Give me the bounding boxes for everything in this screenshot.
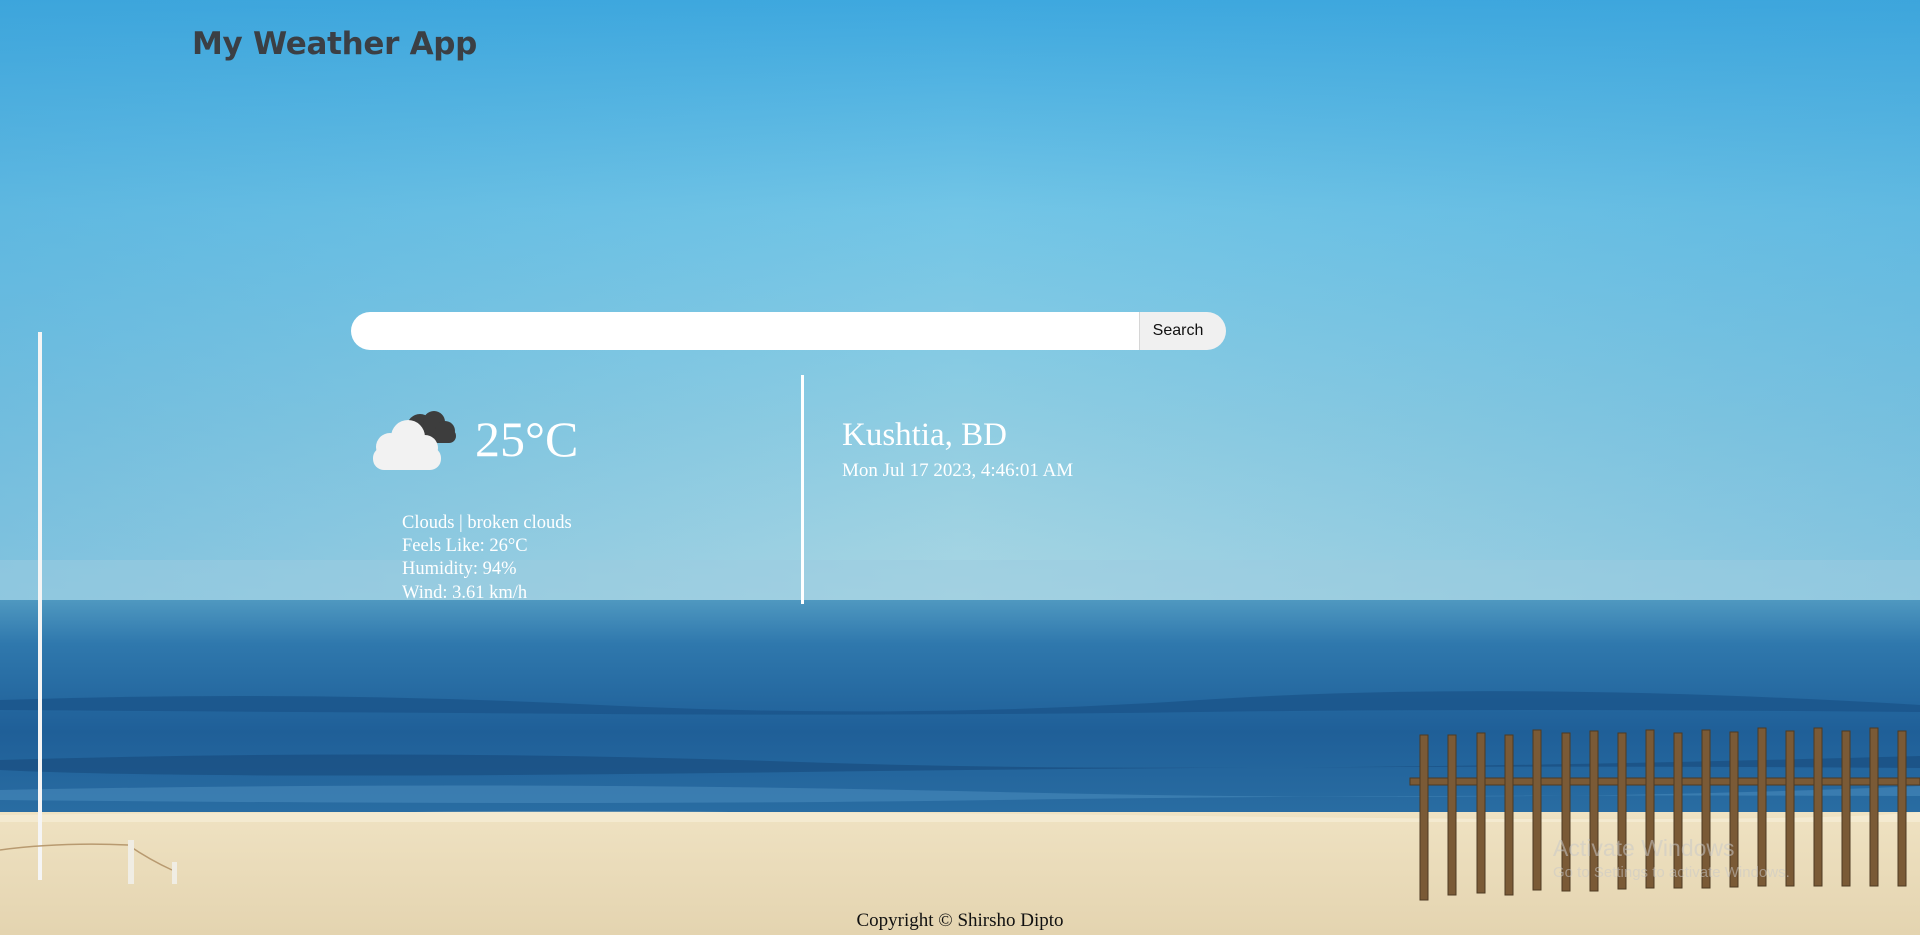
location-name: Kushtia, BD bbox=[842, 417, 1007, 453]
app-title: My Weather App bbox=[192, 26, 478, 62]
watermark-title: Activate Windows bbox=[1553, 835, 1735, 861]
activate-windows-watermark: Activate Windows Go to Settings to activ… bbox=[1553, 835, 1790, 881]
temperature: 25°C bbox=[475, 411, 579, 467]
watermark-subtitle: Go to Settings to activate Windows. bbox=[1553, 864, 1790, 881]
location-datetime: Mon Jul 17 2023, 4:46:01 AM bbox=[842, 460, 1074, 481]
feels-like: Feels Like: 26°C bbox=[402, 536, 528, 557]
wind-speed: Wind: 3.61 km/h bbox=[402, 582, 528, 603]
weather-condition: Clouds | broken clouds bbox=[402, 513, 572, 533]
weather-details: Clouds | broken clouds Feels Like: 26°C … bbox=[402, 512, 572, 605]
search-input[interactable] bbox=[351, 312, 1139, 350]
search-button[interactable]: Search bbox=[1139, 312, 1226, 350]
cloud-icon bbox=[373, 411, 456, 470]
humidity: Humidity: 94% bbox=[402, 559, 517, 580]
vertical-divider bbox=[801, 375, 804, 604]
footer-copyright: Copyright © Shirsho Dipto bbox=[856, 910, 1064, 931]
search-bar: Search bbox=[351, 312, 1226, 350]
